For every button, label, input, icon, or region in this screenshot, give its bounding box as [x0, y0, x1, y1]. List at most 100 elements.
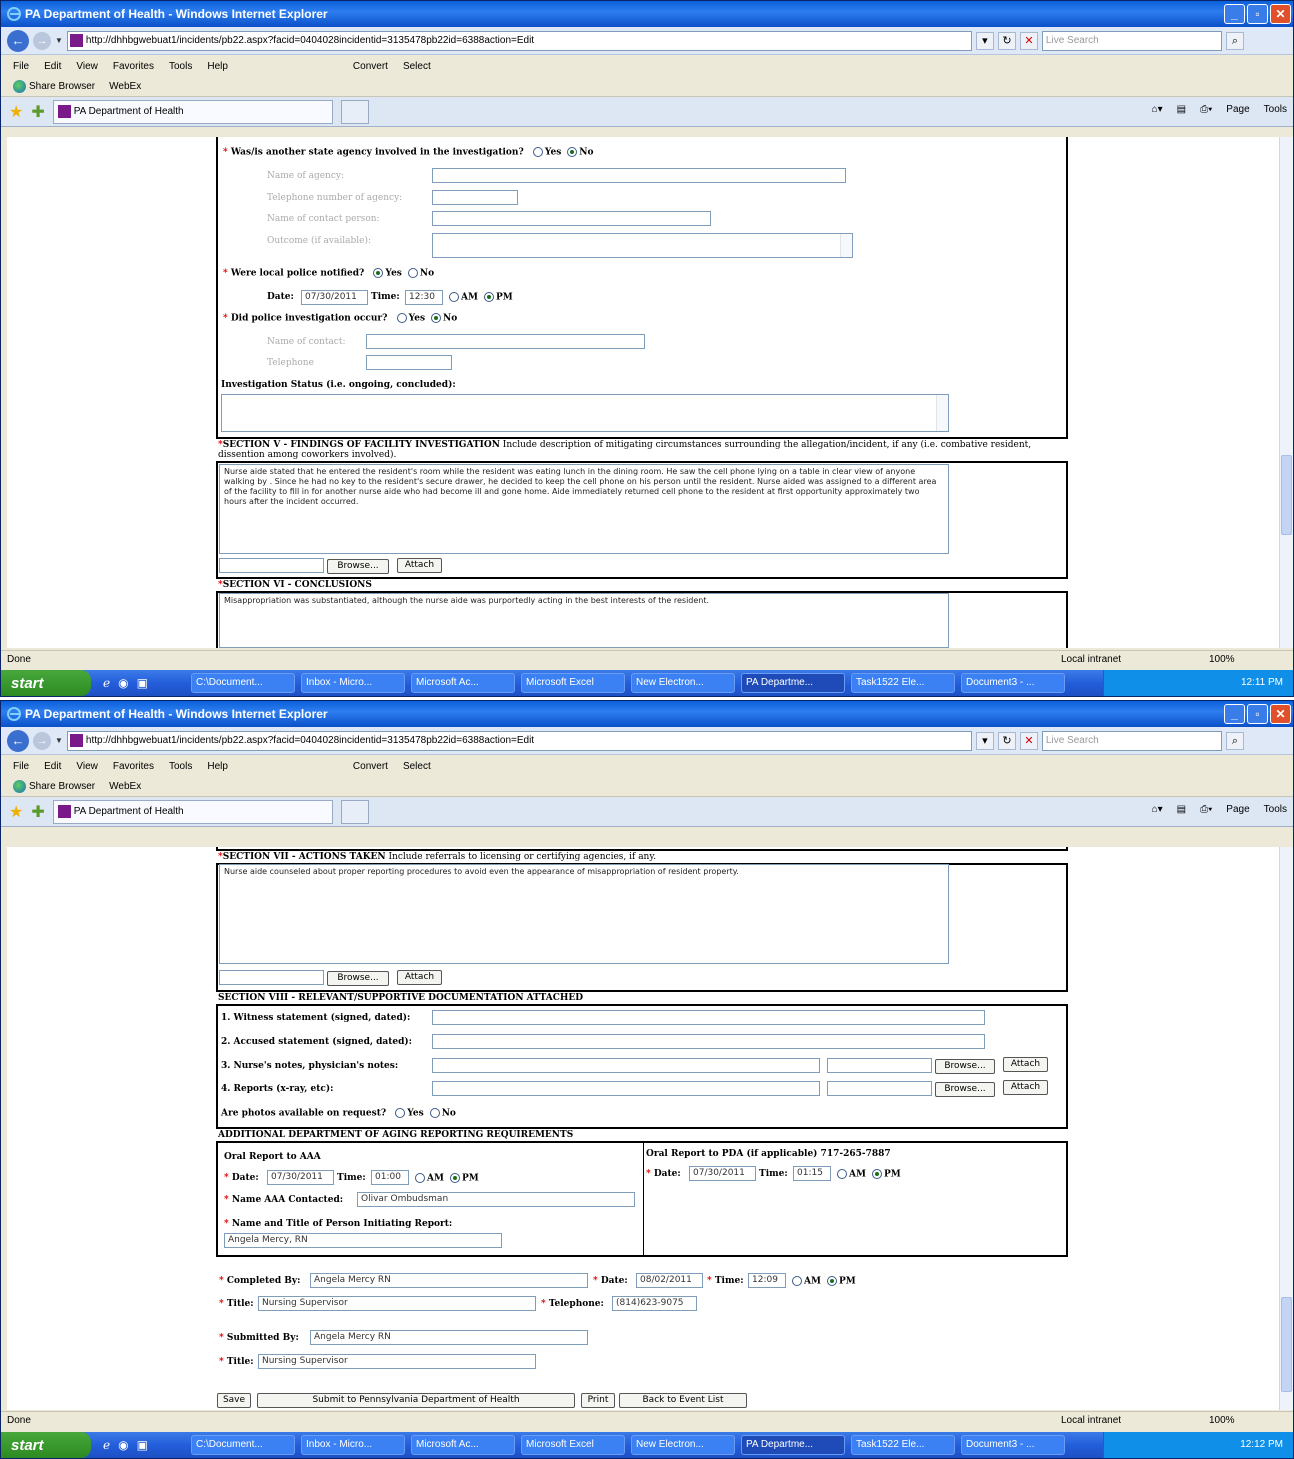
aaa-date-input[interactable]: 07/30/2011 — [267, 1170, 334, 1185]
desktop-quicklaunch-icon[interactable]: ▣ — [137, 676, 148, 690]
ie-quicklaunch-icon[interactable]: ℯ — [103, 676, 110, 690]
p-phone-input[interactable] — [366, 355, 452, 370]
menu-favorites[interactable]: Favorites — [113, 61, 154, 72]
outcome-textarea[interactable] — [432, 233, 853, 258]
search-input[interactable]: Live Search — [1041, 30, 1222, 51]
minimize-icon[interactable]: _ — [1224, 704, 1245, 724]
forward-arrow-icon[interactable]: → — [33, 731, 51, 750]
maximize-icon[interactable]: ▫ — [1247, 4, 1268, 24]
search-icon[interactable]: ⌕ — [1225, 31, 1244, 50]
back-arrow-icon[interactable]: ← — [7, 29, 29, 52]
submitted-input[interactable]: Angela Mercy RN — [310, 1330, 588, 1345]
save-button[interactable]: Save — [217, 1393, 251, 1408]
add-favorite-icon[interactable]: ✚ — [31, 102, 44, 122]
history-dropdown-icon[interactable]: ▼ — [55, 736, 63, 745]
p-contact-input[interactable] — [366, 334, 645, 349]
back-to-list-button[interactable]: Back to Event List — [619, 1393, 747, 1408]
agency-phone-input[interactable] — [432, 190, 518, 205]
start-button[interactable]: start — [1, 670, 91, 696]
doc4-file-input[interactable] — [827, 1081, 932, 1096]
police-no-radio[interactable] — [407, 268, 418, 278]
section5-browse-button[interactable]: Browse... — [327, 559, 389, 574]
task-excel[interactable]: Microsoft Excel — [521, 673, 625, 693]
refresh-icon[interactable]: ↻ — [997, 31, 1016, 50]
doc4-browse-button[interactable]: Browse... — [935, 1082, 995, 1097]
section7-textarea[interactable]: Nurse aide counseled about proper report… — [219, 864, 949, 964]
police-am-radio[interactable] — [449, 292, 459, 302]
home-icon[interactable]: ⌂▾ — [1152, 804, 1163, 815]
tools-menu[interactable]: Tools — [1264, 804, 1287, 815]
agency-name-input[interactable] — [432, 168, 846, 183]
search-input[interactable]: Live Search — [1041, 730, 1222, 751]
refresh-icon[interactable]: ↻ — [997, 731, 1016, 750]
invest-no-radio[interactable] — [431, 313, 442, 323]
task-outlook[interactable]: Inbox - Micro... — [301, 1435, 405, 1455]
contact-input[interactable] — [432, 211, 711, 226]
select-button[interactable]: Select — [403, 61, 431, 72]
scroll-thumb[interactable] — [1281, 455, 1292, 535]
search-icon[interactable]: ⌕ — [1225, 731, 1244, 750]
print-icon[interactable]: ⎙▾ — [1200, 104, 1212, 115]
menu-view[interactable]: View — [76, 761, 98, 772]
print-button[interactable]: Print — [581, 1393, 615, 1408]
outlook-quicklaunch-icon[interactable]: ◉ — [118, 1438, 128, 1452]
agency-no-radio[interactable] — [567, 147, 578, 157]
section5-attach-button[interactable]: Attach — [397, 558, 442, 573]
new-tab-button[interactable] — [340, 799, 369, 824]
initiator-input[interactable]: Angela Mercy, RN — [224, 1233, 502, 1248]
history-dropdown-icon[interactable]: ▼ — [55, 36, 63, 45]
menu-file[interactable]: File — [13, 61, 29, 72]
stop-icon[interactable]: ✕ — [1019, 31, 1038, 50]
outlook-quicklaunch-icon[interactable]: ◉ — [118, 676, 128, 690]
webex-link[interactable]: WebEx — [109, 81, 141, 92]
ie-quicklaunch-icon[interactable]: ℯ — [103, 1438, 110, 1452]
feeds-icon[interactable]: ▤ — [1177, 804, 1186, 815]
doc2-input[interactable] — [432, 1034, 985, 1049]
webex-link[interactable]: WebEx — [109, 781, 141, 792]
doc3-file-input[interactable] — [827, 1058, 932, 1073]
page-menu[interactable]: Page — [1226, 804, 1249, 815]
section7-attach-button[interactable]: Attach — [397, 970, 442, 985]
pda-date-input[interactable]: 07/30/2011 — [689, 1166, 756, 1181]
share-browser-link[interactable]: Share Browser — [13, 80, 95, 93]
task-excel[interactable]: Microsoft Excel — [521, 1435, 625, 1455]
task-document3[interactable]: Document3 - ... — [961, 673, 1065, 693]
home-icon[interactable]: ⌂▾ — [1152, 104, 1163, 115]
url-field[interactable]: http://dhhbgwebuat1/incidents/pb22.aspx?… — [66, 730, 972, 751]
close-icon[interactable]: ✕ — [1270, 704, 1291, 724]
menu-edit[interactable]: Edit — [44, 61, 61, 72]
maximize-icon[interactable]: ▫ — [1247, 704, 1268, 724]
aaa-pm-radio[interactable] — [449, 1173, 460, 1183]
completed-pm-radio[interactable] — [826, 1276, 837, 1286]
doc3-attach-button[interactable]: Attach — [1003, 1057, 1048, 1072]
doc4-attach-button[interactable]: Attach — [1003, 1080, 1048, 1095]
completed-date-input[interactable]: 08/02/2011 — [636, 1273, 703, 1288]
tab-pa-health[interactable]: PA Department of Health — [52, 799, 333, 824]
menu-tools[interactable]: Tools — [169, 61, 192, 72]
task-document3[interactable]: Document3 - ... — [961, 1435, 1065, 1455]
doc3-input[interactable] — [432, 1058, 820, 1073]
page-scrollbar[interactable] — [1279, 847, 1293, 1410]
print-icon[interactable]: ⎙▾ — [1200, 804, 1212, 815]
page-menu[interactable]: Page — [1226, 104, 1249, 115]
aaa-am-radio[interactable] — [415, 1173, 425, 1183]
section5-file-input[interactable] — [219, 558, 324, 573]
menu-view[interactable]: View — [76, 61, 98, 72]
inv-status-textarea[interactable] — [221, 394, 949, 432]
feeds-icon[interactable]: ▤ — [1177, 104, 1186, 115]
task-access[interactable]: Microsoft Ac... — [411, 1435, 515, 1455]
select-button[interactable]: Select — [403, 761, 431, 772]
page-scrollbar[interactable] — [1279, 137, 1293, 648]
doc3-browse-button[interactable]: Browse... — [935, 1059, 995, 1074]
police-pm-radio[interactable] — [483, 292, 494, 302]
task-new-electron[interactable]: New Electron... — [631, 1435, 735, 1455]
menu-favorites[interactable]: Favorites — [113, 761, 154, 772]
section7-file-input[interactable] — [219, 970, 324, 985]
scroll-thumb[interactable] — [1281, 1297, 1292, 1392]
police-time-input[interactable]: 12:30 — [405, 290, 443, 305]
telephone-input[interactable]: (814)623-9075 — [612, 1296, 697, 1311]
photos-no-radio[interactable] — [429, 1108, 440, 1118]
pda-pm-radio[interactable] — [871, 1169, 882, 1179]
task-access[interactable]: Microsoft Ac... — [411, 673, 515, 693]
task-outlook[interactable]: Inbox - Micro... — [301, 673, 405, 693]
